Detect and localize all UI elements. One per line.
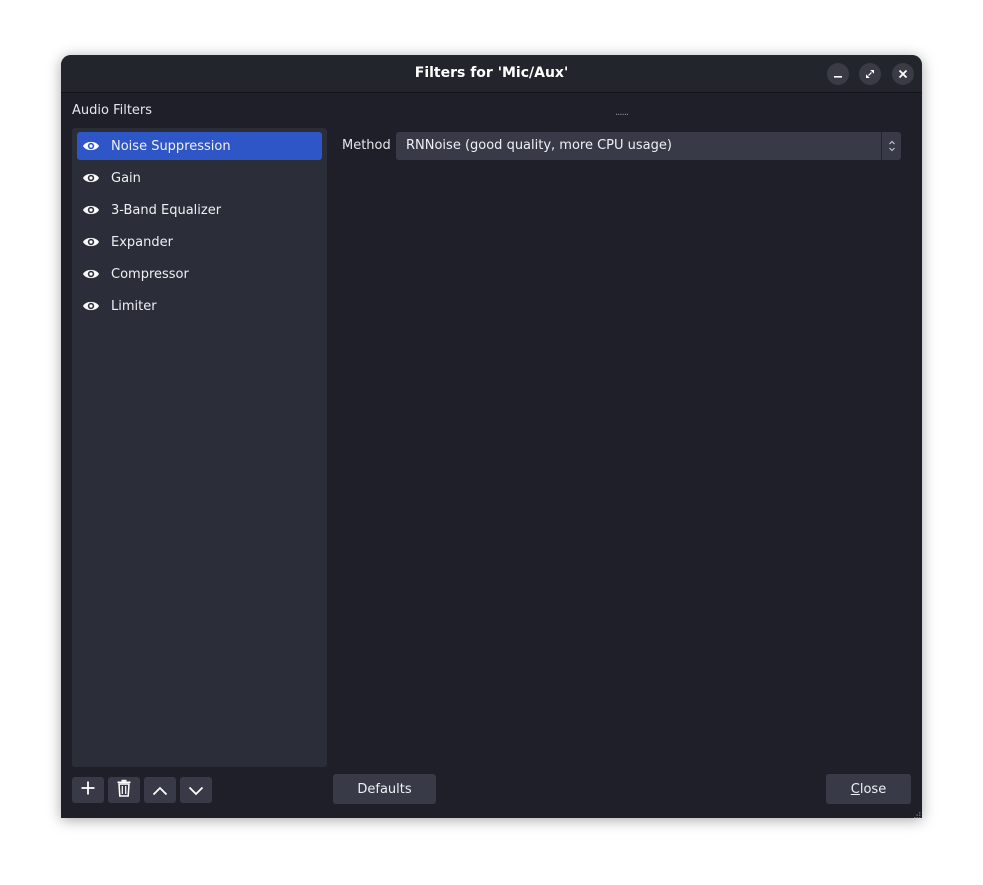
filter-item-compressor[interactable]: Compressor [77,260,322,288]
add-filter-button[interactable] [72,777,104,803]
eye-icon[interactable] [82,297,100,315]
filter-label: 3-Band Equalizer [111,202,222,218]
filter-list[interactable]: Noise Suppression Gain 3-Band Equalizer … [72,128,327,767]
filter-label: Limiter [111,298,157,314]
minimize-icon [833,69,843,79]
filter-label: Gain [111,170,141,186]
audio-filters-label: Audio Filters [72,103,153,118]
filter-item-limiter[interactable]: Limiter [77,292,322,320]
filters-window: Filters for 'Mic/Aux' Audio Filters ....… [61,55,922,818]
eye-icon[interactable] [82,169,100,187]
move-filter-down-button[interactable] [180,777,212,803]
maximize-icon [865,69,875,79]
defaults-button[interactable]: Defaults [333,774,436,804]
maximize-button[interactable] [859,63,881,85]
method-select-value: RNNoise (good quality, more CPU usage) [406,138,672,153]
close-mnemonic: C [850,781,860,797]
close-icon [898,69,908,79]
filter-properties-pane: Method RNNoise (good quality, more CPU u… [334,128,910,767]
filter-item-gain[interactable]: Gain [77,164,322,192]
chevron-down-icon [188,781,204,800]
close-button[interactable]: Close [826,774,911,804]
method-label: Method [342,138,391,153]
splitter-handle[interactable]: ...... [615,107,629,118]
eye-icon[interactable] [82,233,100,251]
filter-item-3-band-equalizer[interactable]: 3-Band Equalizer [77,196,322,224]
close-label-rest: lose [859,781,887,797]
filter-label: Expander [111,234,173,250]
plus-icon [80,780,96,800]
close-window-button[interactable] [892,63,914,85]
up-down-arrows-icon[interactable] [881,132,901,160]
move-filter-up-button[interactable] [144,777,176,803]
eye-icon[interactable] [82,201,100,219]
title-bar: Filters for 'Mic/Aux' [61,55,922,93]
filter-item-expander[interactable]: Expander [77,228,322,256]
eye-icon[interactable] [82,265,100,283]
window-title: Filters for 'Mic/Aux' [414,65,569,81]
filter-label: Noise Suppression [111,138,231,154]
filter-label: Compressor [111,266,189,282]
filter-item-noise-suppression[interactable]: Noise Suppression [77,132,322,160]
remove-filter-button[interactable] [108,777,140,803]
resize-grip-icon[interactable] [911,807,921,818]
method-select[interactable]: RNNoise (good quality, more CPU usage) [396,132,901,160]
eye-icon[interactable] [82,137,100,155]
chevron-up-icon [152,781,168,800]
trash-icon [116,779,132,801]
minimize-button[interactable] [827,63,849,85]
